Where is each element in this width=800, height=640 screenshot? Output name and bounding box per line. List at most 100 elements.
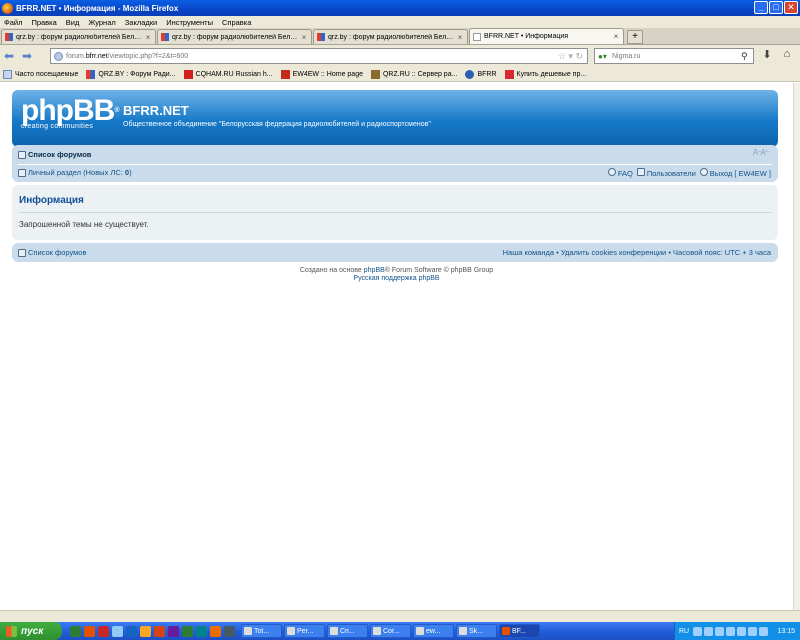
- bookmark-bfrr[interactable]: BFRR: [465, 69, 497, 79]
- bookmark-star-icon[interactable]: ☆ ▾ ↻: [558, 51, 583, 62]
- task-button[interactable]: Tot...: [241, 624, 282, 638]
- close-button[interactable]: ✕: [784, 1, 798, 14]
- phpbb-link[interactable]: phpBB: [364, 267, 385, 274]
- team-link[interactable]: Наша команда: [503, 248, 554, 257]
- windows-flag-icon: [6, 625, 17, 637]
- tab-close-icon[interactable]: ×: [144, 33, 152, 42]
- qrz-favicon: [86, 69, 96, 79]
- bookmark-qrz-by[interactable]: QRZ.BY : Форум Ради...: [86, 69, 176, 79]
- shop-favicon: [504, 69, 514, 79]
- vertical-scrollbar[interactable]: [793, 83, 800, 620]
- app-icon[interactable]: [182, 625, 193, 637]
- task-button[interactable]: ew...: [413, 624, 454, 638]
- search-engine-icon[interactable]: ●▾: [598, 52, 612, 61]
- tab-qrz-2[interactable]: qrz.by : форум радиолюбителей Белар... ×: [157, 29, 312, 44]
- app-icon[interactable]: [210, 625, 221, 637]
- bookmark-shop[interactable]: Купить дешевые пр...: [504, 69, 586, 79]
- font-size-icon[interactable]: A⁻A⁺: [753, 148, 769, 157]
- forum-index-link[interactable]: Список форумов: [28, 150, 91, 159]
- navigation-toolbar: ⬅ ➡ forum.bfrr.net/viewtopic.php?f=2&t=6…: [0, 45, 800, 67]
- home-icon: [18, 248, 26, 257]
- app-icon[interactable]: [70, 625, 81, 637]
- tab-qrz-3[interactable]: qrz.by : форум радиолюбителей Белар... ×: [313, 29, 468, 44]
- download-icon[interactable]: ⬇: [760, 48, 774, 64]
- tab-label: BFRR.NET • Информация: [484, 33, 569, 40]
- menu-edit[interactable]: Правка: [31, 18, 56, 27]
- tray-icon[interactable]: [693, 626, 703, 636]
- task-button[interactable]: Per...: [284, 624, 325, 638]
- breadcrumb: Список форумов: [18, 150, 91, 159]
- url-bar[interactable]: forum.bfrr.net/viewtopic.php?f=2&t=600 ☆…: [50, 48, 588, 64]
- folder-icon[interactable]: [140, 625, 151, 637]
- menu-history[interactable]: Журнал: [88, 18, 115, 27]
- window-controls: _ □ ✕: [754, 1, 798, 14]
- tab-close-icon[interactable]: ×: [612, 32, 620, 41]
- tab-close-icon[interactable]: ×: [456, 33, 464, 42]
- search-input[interactable]: Nigma.ru: [612, 53, 741, 60]
- start-button[interactable]: пуск: [0, 622, 62, 640]
- app-icon: [459, 627, 467, 635]
- tray-icon[interactable]: [704, 626, 714, 636]
- bookmark-cqham[interactable]: CQHAM.RU Russian h...: [183, 69, 273, 79]
- home-icon[interactable]: ⌂: [780, 48, 794, 64]
- pm-link[interactable]: Личный раздел (Новых ЛС: 0): [28, 168, 132, 177]
- tab-bfrr[interactable]: BFRR.NET • Информация ×: [469, 28, 624, 44]
- task-button[interactable]: Сп...: [327, 624, 368, 638]
- menu-file[interactable]: Файл: [4, 18, 22, 27]
- menu-bookmarks[interactable]: Закладки: [125, 18, 157, 27]
- app-icon[interactable]: [112, 625, 123, 637]
- app-icon[interactable]: [196, 625, 207, 637]
- menu-view[interactable]: Вид: [66, 18, 80, 27]
- faq-link[interactable]: FAQ: [607, 168, 633, 178]
- task-button-firefox[interactable]: BF...: [499, 624, 540, 638]
- url-text[interactable]: forum.bfrr.net/viewtopic.php?f=2&t=600: [66, 53, 558, 60]
- clock[interactable]: 13:15: [777, 628, 795, 635]
- members-icon: [636, 168, 645, 176]
- status-bar: [0, 610, 800, 622]
- search-bar[interactable]: ●▾ Nigma.ru ⚲: [594, 48, 754, 64]
- user-links: FAQ Пользователи Выход [ EW4EW ]: [607, 168, 771, 178]
- tray-icon[interactable]: [715, 626, 725, 636]
- minimize-button[interactable]: _: [754, 1, 768, 14]
- task-button[interactable]: Sk...: [456, 624, 497, 638]
- app-icon[interactable]: [168, 625, 179, 637]
- phpbb-logo[interactable]: phpBB® creating communities: [21, 96, 120, 131]
- search-icon[interactable]: ⚲: [741, 51, 753, 62]
- menu-help[interactable]: Справка: [222, 18, 251, 27]
- bookmark-qrz-ru[interactable]: QRZ.RU :: Сервер ра...: [370, 69, 457, 79]
- footer-links: Наша команда • Удалить cookies конференц…: [502, 248, 771, 257]
- tray-icon[interactable]: [726, 626, 736, 636]
- bookmark-ew4ew[interactable]: EW4EW :: Home page: [280, 69, 363, 79]
- forum-header: phpBB® creating communities BFRR.NET Общ…: [12, 90, 778, 147]
- language-indicator[interactable]: RU: [679, 628, 689, 635]
- task-button[interactable]: Cor...: [370, 624, 411, 638]
- app-icon[interactable]: [98, 625, 109, 637]
- members-link[interactable]: Пользователи: [636, 168, 696, 178]
- bookmarks-toolbar: Часто посещаемые QRZ.BY : Форум Ради... …: [0, 67, 800, 82]
- app-icon[interactable]: [224, 625, 235, 637]
- tray-icon[interactable]: [737, 626, 747, 636]
- app-icon[interactable]: [126, 625, 137, 637]
- menu-tools[interactable]: Инструменты: [166, 18, 213, 27]
- firefox-icon[interactable]: [84, 625, 95, 637]
- app-icon[interactable]: [154, 625, 165, 637]
- blank-page-icon: [473, 32, 481, 41]
- bookmark-most-visited[interactable]: Часто посещаемые: [3, 69, 78, 79]
- maximize-button[interactable]: □: [769, 1, 783, 14]
- logout-link[interactable]: Выход [ EW4EW ]: [699, 168, 771, 178]
- user-icon: [18, 168, 26, 177]
- back-button[interactable]: ⬅: [0, 47, 18, 65]
- tab-qrz-1[interactable]: qrz.by : форум радиолюбителей Белар... ×: [1, 29, 156, 44]
- forward-button[interactable]: ➡: [18, 47, 36, 65]
- site-description: Общественное объединение "Белорусская фе…: [123, 121, 431, 128]
- delete-cookies-link[interactable]: Удалить cookies конференции: [561, 248, 666, 257]
- tray-icon[interactable]: [759, 626, 769, 636]
- tab-close-icon[interactable]: ×: [300, 33, 308, 42]
- page-content: phpBB® creating communities BFRR.NET Общ…: [0, 83, 793, 620]
- tray-icon[interactable]: [748, 626, 758, 636]
- tab-label: qrz.by : форум радиолюбителей Белар...: [16, 33, 144, 41]
- qrz-ru-favicon: [370, 69, 380, 79]
- ru-support-link[interactable]: Русская поддержка phpBB: [353, 275, 439, 282]
- footer-forum-index-link[interactable]: Список форумов: [28, 248, 86, 257]
- new-tab-button[interactable]: +: [627, 30, 643, 44]
